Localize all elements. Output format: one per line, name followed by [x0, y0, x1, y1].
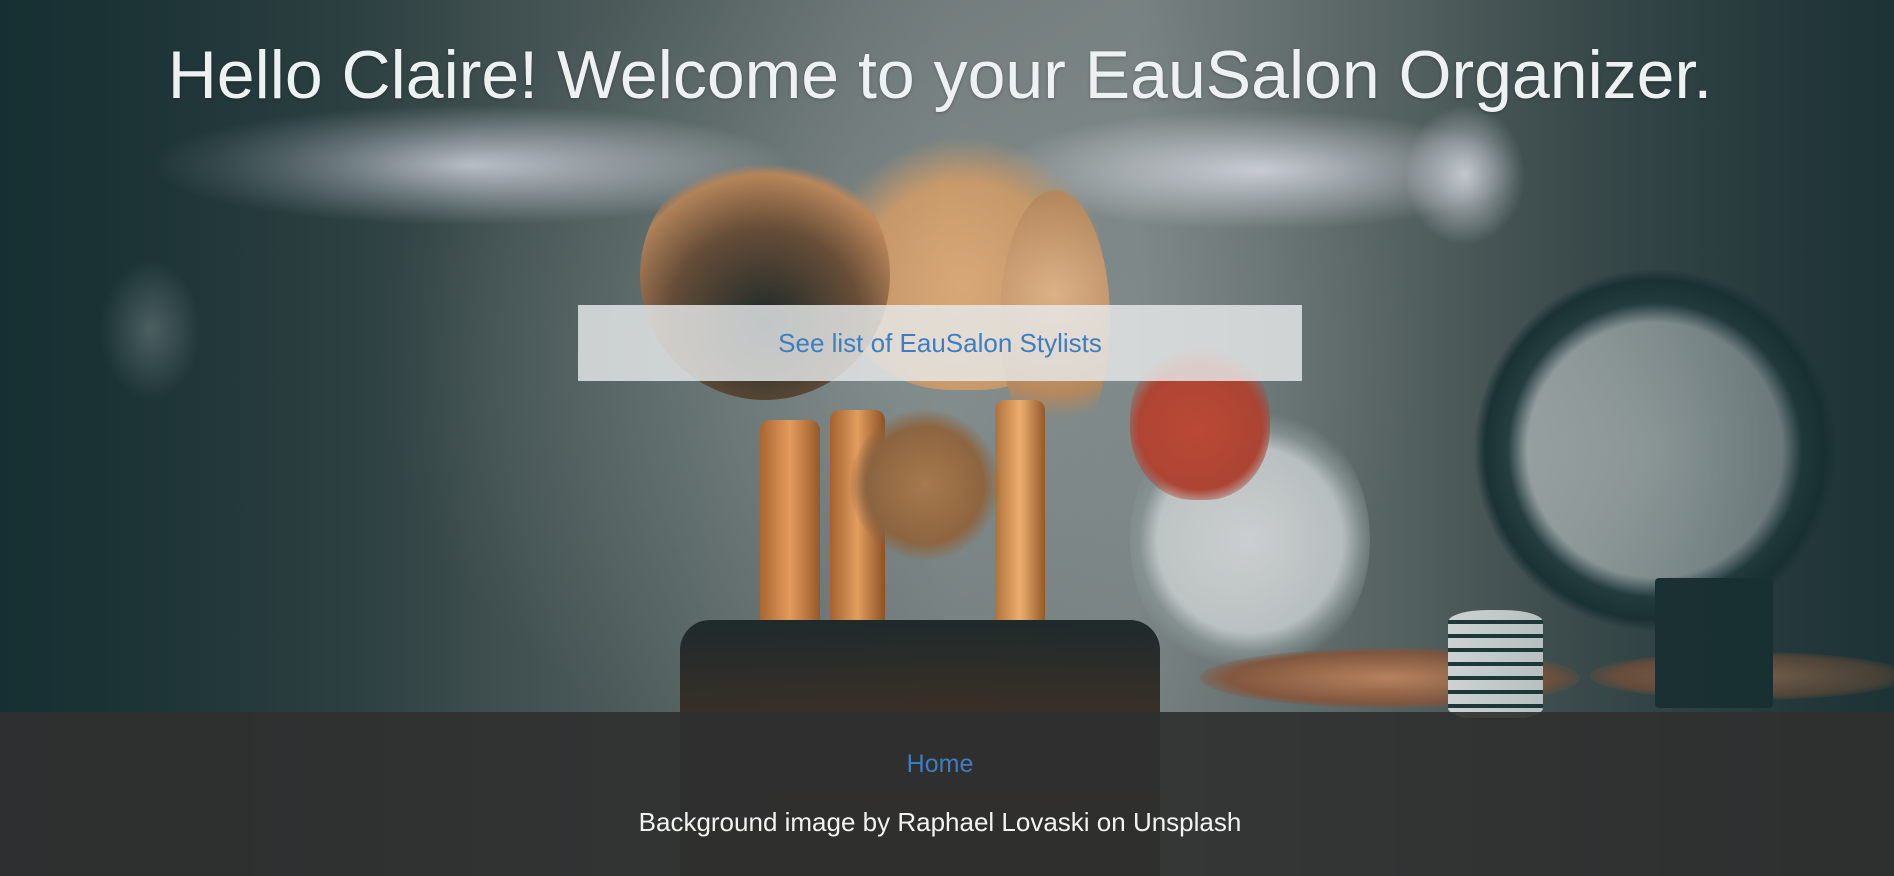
page-title: Hello Claire! Welcome to your EauSalon O… — [167, 37, 1713, 113]
see-stylists-button[interactable]: See list of EauSalon Stylists — [578, 305, 1302, 381]
image-credit: Background image by Raphael Lovaski on U… — [638, 807, 1242, 837]
home-link[interactable]: Home — [0, 748, 1880, 780]
footer: Home Background image by Raphael Lovaski… — [0, 712, 1894, 876]
